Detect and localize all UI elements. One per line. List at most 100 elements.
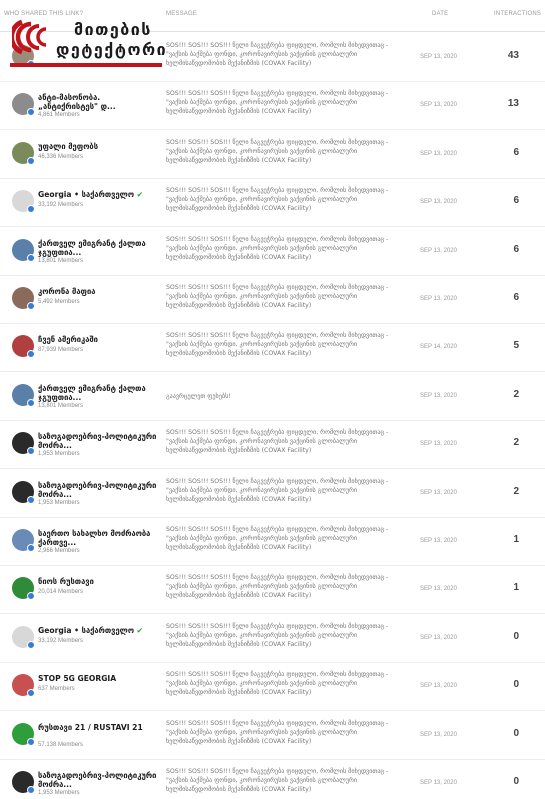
interaction-count: 6 bbox=[513, 292, 519, 303]
post-date: SEP 13, 2020 bbox=[420, 441, 457, 448]
member-count: 13,801 Members bbox=[38, 257, 84, 264]
group-name[interactable]: STOP 5G GEORGIA bbox=[38, 674, 160, 683]
group-name[interactable]: საზოგადოებრივ-პოლიტიკური მოძრა... bbox=[38, 771, 160, 789]
interaction-count: 2 bbox=[513, 485, 519, 497]
group-name[interactable]: ქართველ ემიგრანტ ქალთა ჯგუფთია... bbox=[38, 239, 160, 257]
table-row[interactable]: Georgia • საქართველო ✔ 33,192 Members SOS!… bbox=[0, 178, 545, 228]
post-message[interactable]: SOS!!! SOS!!! SOS!!! წელი ჩაგვეჭრება ფიც… bbox=[166, 283, 398, 315]
group-name[interactable]: კორონა მაფია bbox=[38, 287, 160, 296]
post-message[interactable]: SOS!!! SOS!!! SOS!!! წელი ჩაგვეჭრება ფიც… bbox=[166, 428, 398, 460]
interaction-count: 6 bbox=[513, 243, 519, 255]
group-name[interactable]: საზოგადოებრივ-პოლიტიკური მოძრა... bbox=[38, 481, 160, 499]
table-row[interactable]: ჩვენ ამერიკაში 87,939 Members SOS!!! SOS!!… bbox=[0, 323, 545, 373]
column-header-interactions[interactable]: Interactions bbox=[494, 11, 541, 17]
post-date: SEP 14, 2020 bbox=[420, 344, 457, 351]
post-date: SEP 13, 2020 bbox=[420, 586, 457, 593]
table-row[interactable]: STOP 5G GEORGIA 637 Members SOS!!! SOS!!! … bbox=[0, 662, 545, 712]
interaction-count: 5 bbox=[513, 340, 519, 352]
facebook-group-icon bbox=[27, 640, 35, 649]
logo-underline bbox=[10, 63, 162, 67]
post-date: SEP 13, 2020 bbox=[420, 489, 457, 496]
post-message[interactable]: SOS!!! SOS!!! SOS!!! წელი ჩაგვეჭრება ფიც… bbox=[166, 89, 398, 121]
table-row[interactable]: კორონა მაფია 5,492 Members SOS!!! SOS!!! S… bbox=[0, 275, 545, 324]
post-message[interactable]: გაავრცელეთ ფეხებს! bbox=[166, 392, 398, 424]
logo-text-line2: დეტექტორი bbox=[56, 40, 168, 59]
group-name-text: ანტი-მასონობა. „ანტიქრისტეს" დ... bbox=[38, 93, 116, 112]
post-date: SEP 13, 2020 bbox=[420, 247, 457, 254]
post-date: SEP 13, 2020 bbox=[420, 54, 457, 60]
post-date: SEP 13, 2020 bbox=[420, 780, 457, 786]
post-message[interactable]: SOS!!! SOS!!! SOS!!! წელი ჩაგვეჭრება ფიც… bbox=[166, 235, 398, 267]
group-name-text: უფალი მეფობს bbox=[38, 141, 99, 151]
table-row[interactable]: საზოგადოებრივ-პოლიტიკური მოძრა... 1,953 M… bbox=[0, 420, 545, 470]
post-message[interactable]: SOS!!! SOS!!! SOS!!! წელი ჩაგვეჭრება ფიც… bbox=[166, 41, 398, 73]
post-date: SEP 13, 2020 bbox=[420, 199, 457, 206]
member-count: 2,966 Members bbox=[38, 548, 80, 554]
facebook-group-icon bbox=[27, 253, 35, 262]
post-message[interactable]: SOS!!! SOS!!! SOS!!! წელი ჩაგვეჭრება ფიც… bbox=[166, 622, 398, 654]
post-message[interactable]: SOS!!! SOS!!! SOS!!! წელი ჩაგვეჭრება ფიც… bbox=[166, 767, 398, 799]
column-header-message[interactable]: Message bbox=[166, 11, 197, 17]
group-name[interactable]: ჩვენ ამერიკაში bbox=[38, 335, 160, 344]
post-message[interactable]: SOS!!! SOS!!! SOS!!! წელი ჩაგვეჭრება ფიც… bbox=[166, 186, 398, 218]
verified-check-icon: ✔ bbox=[136, 625, 144, 635]
group-name[interactable]: Georgia • საქართველო ✔ bbox=[38, 190, 160, 199]
interaction-count: 2 bbox=[513, 437, 519, 449]
table-row[interactable]: ნიოს რუსთავი 20,014 Members SOS!!! SOS!!! … bbox=[0, 565, 545, 615]
group-name-text: რუსთავი 21 / RUSTAVI 21 bbox=[38, 722, 143, 732]
post-message[interactable]: SOS!!! SOS!!! SOS!!! წელი ჩაგვეჭრება ფიც… bbox=[166, 670, 398, 702]
group-name[interactable]: ანტი-მასონობა. „ანტიქრისტეს" დ... bbox=[38, 93, 160, 111]
group-name[interactable]: Georgia • საქართველო ✔ bbox=[38, 626, 160, 635]
table-row[interactable]: საზოგადოებრივ-პოლიტიკური მოძრა... 1,953 M… bbox=[0, 759, 545, 799]
facebook-group-icon bbox=[27, 302, 35, 310]
group-name[interactable]: რუსთავი 21 / RUSTAVI 21 bbox=[38, 723, 160, 732]
facebook-group-icon bbox=[27, 544, 35, 552]
post-message[interactable]: SOS!!! SOS!!! SOS!!! წელი ჩაგვეჭრება ფიც… bbox=[166, 525, 398, 557]
member-count: 1,953 Members bbox=[38, 499, 80, 506]
group-name[interactable]: უფალი მეფობს bbox=[38, 142, 160, 151]
column-header-date[interactable]: Date bbox=[432, 11, 448, 17]
table-row[interactable]: საერთო სახალხო მოძრაობა ქართვე... 2,966 M… bbox=[0, 517, 545, 566]
group-name[interactable]: ნიოს რუსთავი bbox=[38, 577, 160, 586]
facebook-group-icon bbox=[27, 592, 35, 601]
facebook-group-icon bbox=[27, 689, 35, 698]
group-name-text: კორონა მაფია bbox=[38, 287, 96, 296]
member-count: 1,953 Members bbox=[38, 451, 80, 458]
table-row[interactable]: რუსთავი 21 / RUSTAVI 21 57,138 Members SOS… bbox=[0, 711, 545, 760]
table-row[interactable]: საზოგადოებრივ-პოლიტიკური მოძრა... 1,953 M… bbox=[0, 469, 545, 518]
table-row[interactable]: ანტი-მასონობა. „ანტიქრისტეს" დ... 4,861 M… bbox=[0, 81, 545, 131]
post-message[interactable]: SOS!!! SOS!!! SOS!!! წელი ჩაგვეჭრება ფიც… bbox=[166, 573, 398, 605]
group-name[interactable]: საერთო სახალხო მოძრაობა ქართვე... bbox=[38, 529, 160, 547]
member-count: 13,801 Members bbox=[38, 402, 84, 409]
post-date: SEP 13, 2020 bbox=[420, 683, 457, 690]
interaction-count: 0 bbox=[513, 679, 519, 691]
facebook-group-icon bbox=[27, 786, 35, 794]
facebook-group-icon bbox=[27, 398, 35, 407]
group-name-text: ნიოს რუსთავი bbox=[38, 577, 94, 587]
post-message[interactable]: SOS!!! SOS!!! SOS!!! წელი ჩაგვეჭრება ფიც… bbox=[166, 331, 398, 363]
group-name-text: საზოგადოებრივ-პოლიტიკური მოძრა... bbox=[38, 480, 157, 499]
table-row[interactable]: ქართველ ემიგრანტ ქალთა ჯგუფთია... 13,801 … bbox=[0, 227, 545, 276]
mythdetector-logo: მითების დეტექტორი bbox=[10, 14, 166, 72]
interaction-count: 6 bbox=[513, 195, 519, 207]
post-date: SEP 13, 2020 bbox=[420, 538, 457, 544]
post-date: SEP 13, 2020 bbox=[420, 296, 457, 302]
facebook-group-icon bbox=[27, 447, 35, 456]
post-date: SEP 13, 2020 bbox=[420, 150, 457, 157]
post-message[interactable]: SOS!!! SOS!!! SOS!!! წელი ჩაგვეჭრება ფიც… bbox=[166, 477, 398, 509]
table-row[interactable]: Georgia • საქართველო ✔ 33,192 Members SOS!… bbox=[0, 614, 545, 663]
group-name[interactable]: ქართველ ემიგრანტ ქალთა ჯგუფთია... bbox=[38, 384, 160, 402]
post-date: SEP 13, 2020 bbox=[420, 731, 457, 738]
table-row[interactable]: ქართველ ემიგრანტ ქალთა ჯგუფთია... 13,801 … bbox=[0, 372, 545, 421]
logo-text-line1: მითების bbox=[74, 20, 152, 39]
group-name-text: Georgia • საქართველო bbox=[38, 190, 135, 200]
group-name[interactable]: საზოგადოებრივ-პოლიტიკური მოძრა... bbox=[38, 432, 160, 450]
logo-arcs-icon bbox=[12, 19, 47, 55]
post-message[interactable]: SOS!!! SOS!!! SOS!!! წელი ჩაგვეჭრება ფიც… bbox=[166, 719, 398, 751]
interaction-count: 1 bbox=[513, 534, 519, 545]
table-row[interactable]: უფალი მეფობს 46,336 Members SOS!!! SOS!!! … bbox=[0, 130, 545, 179]
interaction-count: 0 bbox=[513, 727, 519, 739]
group-name-text: საზოგადოებრივ-პოლიტიკური მოძრა... bbox=[38, 771, 157, 789]
group-name-text: საზოგადოებრივ-პოლიტიკური მოძრა... bbox=[38, 432, 157, 451]
post-message[interactable]: SOS!!! SOS!!! SOS!!! წელი ჩაგვეჭრება ფიც… bbox=[166, 138, 398, 170]
